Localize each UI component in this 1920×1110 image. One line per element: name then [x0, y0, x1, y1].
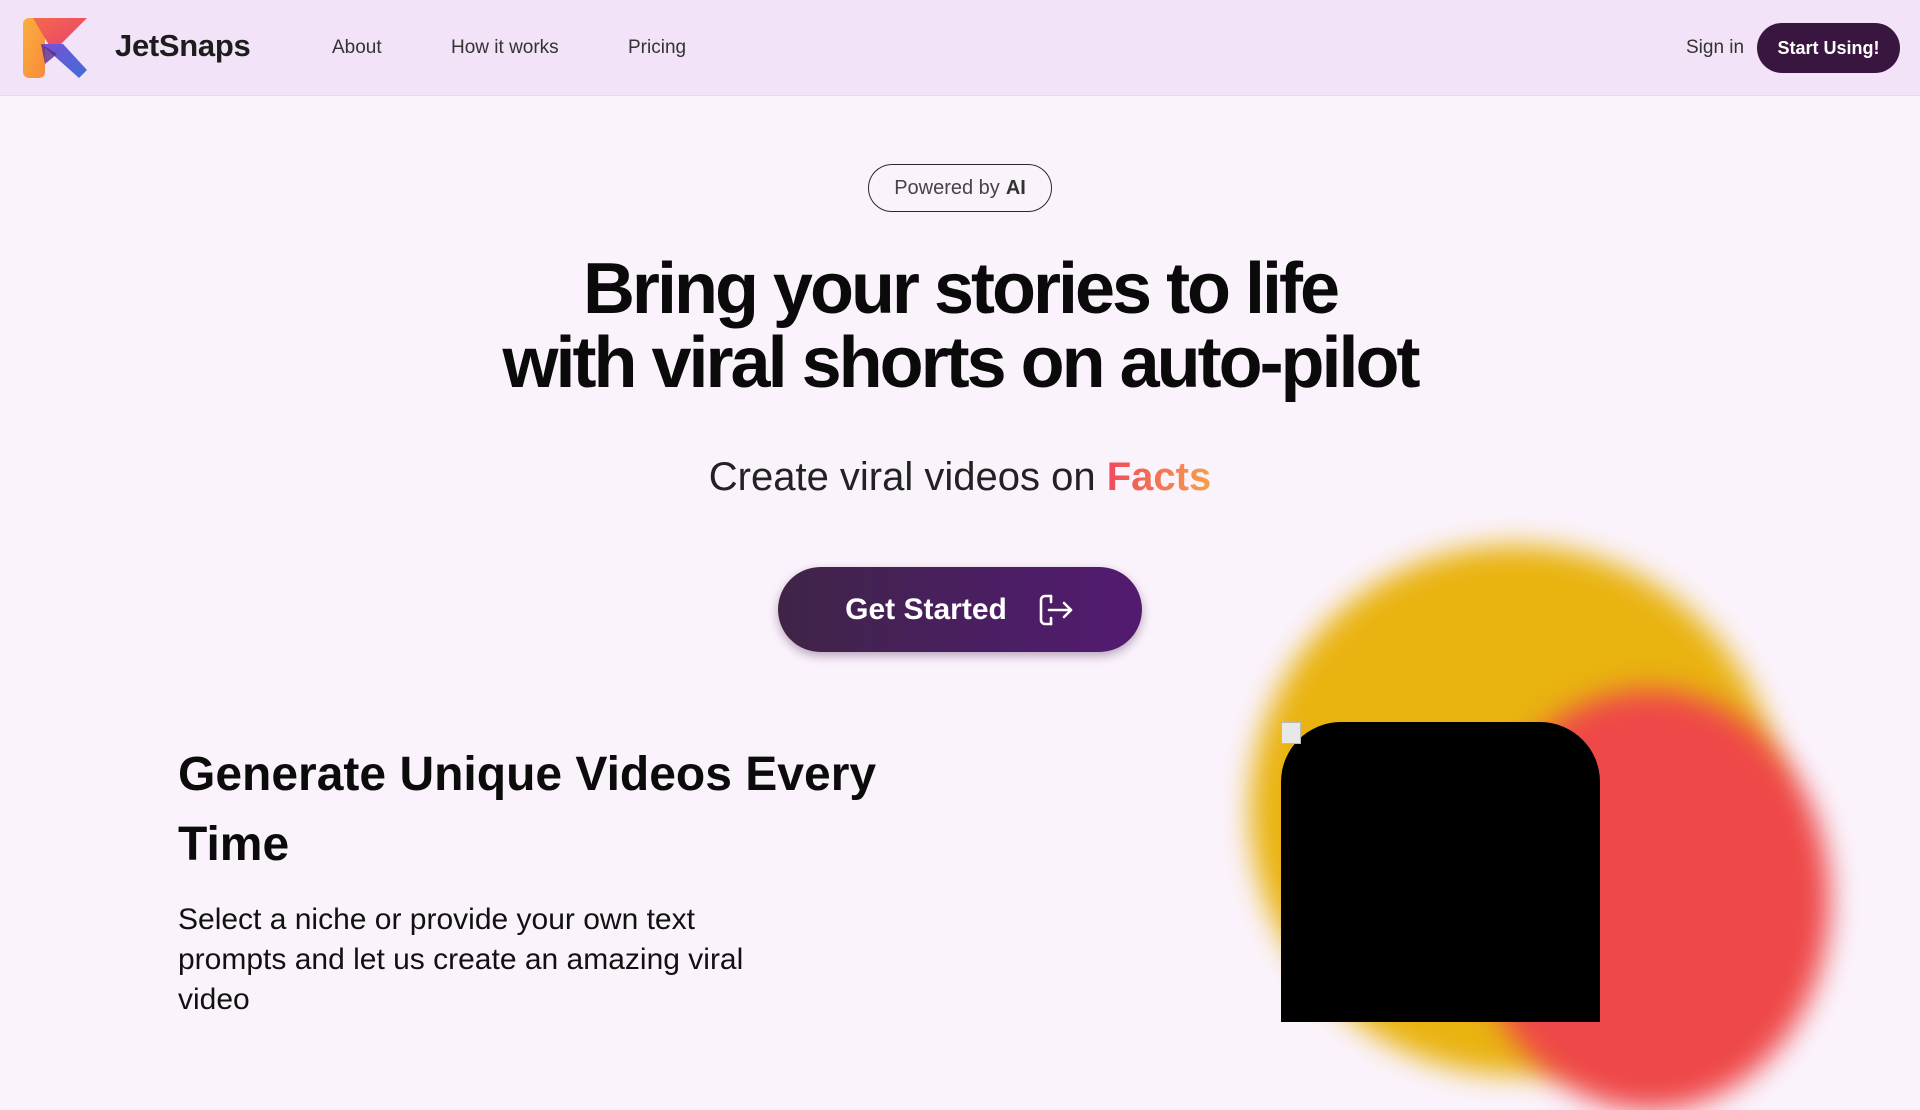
- badge-prefix: Powered by: [894, 176, 1000, 199]
- broken-image-icon: [1281, 722, 1301, 744]
- start-using-button[interactable]: Start Using!: [1757, 23, 1900, 73]
- get-started-label: Get Started: [845, 592, 1007, 626]
- jetsnaps-logo-icon[interactable]: [23, 18, 87, 78]
- subheadline-rotating-word: Facts: [1106, 455, 1212, 499]
- feature-title: Generate Unique Videos Every Time: [178, 748, 877, 871]
- phone-video-preview: [1281, 722, 1600, 1022]
- subheadline-prefix: Create viral videos on: [708, 455, 1096, 499]
- headline-line-2: with viral shorts on auto-pilot: [502, 323, 1421, 403]
- nav-link-about[interactable]: About: [332, 37, 382, 59]
- headline-line-1: Bring your stories to life: [582, 249, 1340, 329]
- brand-name[interactable]: JetSnaps: [115, 28, 251, 64]
- sign-in-arrow-icon: [1039, 594, 1073, 625]
- hero-subheadline: Create viral videos on Facts: [0, 455, 1920, 500]
- top-navigation-bar: JetSnaps About How it works Pricing Sign…: [0, 0, 1920, 96]
- nav-link-pricing[interactable]: Pricing: [628, 37, 686, 59]
- get-started-button[interactable]: Get Started: [778, 567, 1142, 652]
- hero-headline: Bring your stories to life with viral sh…: [0, 252, 1920, 400]
- feature-description: Select a niche or provide your own text …: [178, 903, 744, 1016]
- badge-bold: AI: [1005, 176, 1026, 199]
- powered-by-ai-badge: Powered by AI: [868, 164, 1052, 212]
- nav-link-how-it-works[interactable]: How it works: [451, 37, 559, 59]
- sign-in-link[interactable]: Sign in: [1686, 37, 1744, 59]
